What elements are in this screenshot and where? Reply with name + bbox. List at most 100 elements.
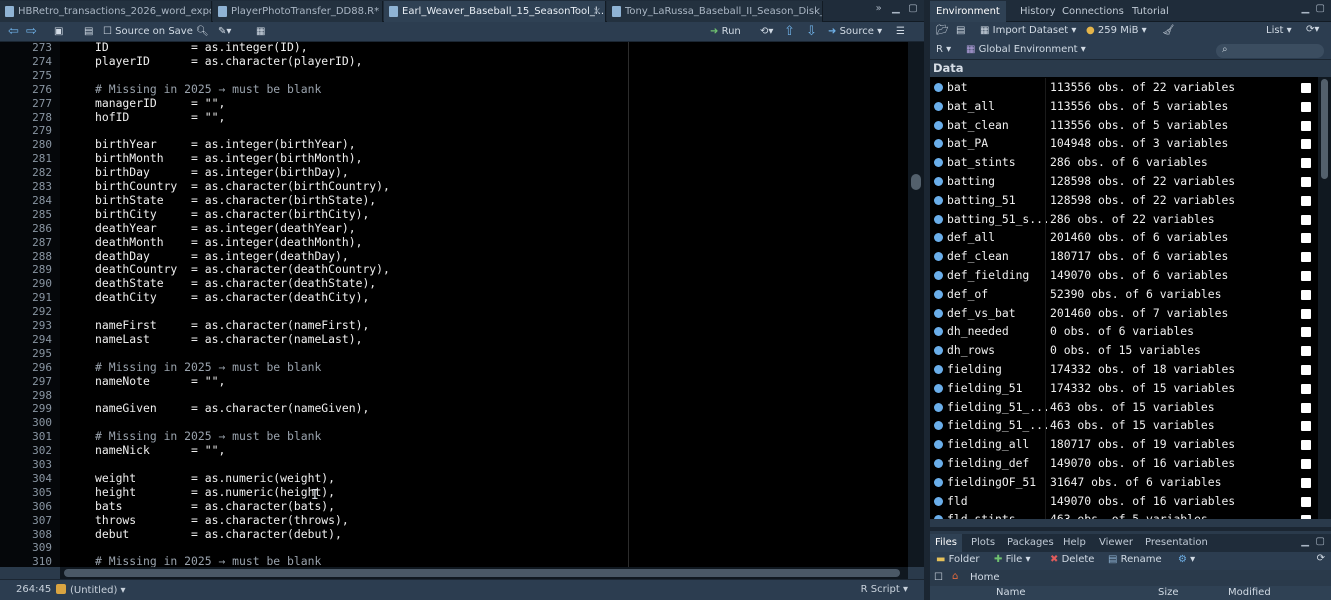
view-data-icon[interactable] xyxy=(1301,289,1311,300)
tab-tutorial[interactable]: Tutorial xyxy=(1126,1,1175,22)
tab-help[interactable]: Help xyxy=(1058,534,1091,552)
back-arrow-icon[interactable]: ⇦ xyxy=(8,24,19,40)
view-data-icon[interactable] xyxy=(1301,346,1311,357)
expand-dataframe-icon[interactable] xyxy=(934,120,943,130)
expand-dataframe-icon[interactable] xyxy=(934,402,943,412)
tab-plots[interactable]: Plots xyxy=(966,534,1000,552)
view-data-icon[interactable] xyxy=(1301,120,1311,131)
tab-files[interactable]: Files xyxy=(930,534,962,552)
expand-dataframe-icon[interactable] xyxy=(934,440,943,450)
view-data-icon[interactable] xyxy=(1301,421,1311,432)
load-workspace-icon[interactable]: 📂︎ xyxy=(936,25,949,36)
minimize-pane-icon[interactable]: ▁ xyxy=(889,3,903,14)
view-data-icon[interactable] xyxy=(1301,515,1311,519)
view-data-icon[interactable] xyxy=(1301,195,1311,206)
delete-button[interactable]: ✖ Delete xyxy=(1050,554,1094,565)
tab-viewer[interactable]: Viewer xyxy=(1094,534,1138,552)
minimize-pane-icon[interactable]: ▁ xyxy=(1301,3,1309,14)
view-data-icon[interactable] xyxy=(1301,365,1311,375)
environment-row[interactable]: bat_stints 286 obs. of 6 variables xyxy=(930,153,1318,172)
minimize-pane-icon[interactable]: ▁ xyxy=(1301,536,1309,547)
new-file-button[interactable]: ✚ File ▾ xyxy=(994,554,1031,565)
environment-row[interactable]: fielding 174332 obs. of 18 variables xyxy=(930,360,1318,379)
select-all-checkbox[interactable]: ☐ xyxy=(934,572,943,583)
expand-dataframe-icon[interactable] xyxy=(934,496,943,506)
go-down-icon[interactable]: ⇩ xyxy=(806,24,817,40)
tab-tony-larussa-baseball[interactable]: Tony_LaRussa_Baseball_II_Season_Disk_... xyxy=(607,1,823,22)
expand-dataframe-icon[interactable] xyxy=(934,346,943,356)
run-button[interactable]: ➜ Run xyxy=(710,24,741,40)
expand-dataframe-icon[interactable] xyxy=(934,195,943,205)
close-tab-icon[interactable]: × xyxy=(593,1,601,22)
save-icon[interactable]: ▤ xyxy=(84,24,93,40)
tab-overflow-icon[interactable]: » xyxy=(872,3,886,14)
find-replace-icon[interactable]: 🔍︎ xyxy=(196,24,209,40)
environment-row[interactable]: batting_51_s... 286 obs. of 22 variables xyxy=(930,209,1318,229)
environment-scroll-thumb[interactable] xyxy=(1321,79,1328,179)
document-outline-icon[interactable]: ☰ xyxy=(896,24,905,40)
environment-row[interactable]: fld_stints463 obs. of 5 variables xyxy=(930,510,1318,519)
refresh-icon[interactable]: ⟳ xyxy=(1317,553,1325,564)
forward-arrow-icon[interactable]: ⇨ xyxy=(26,24,37,40)
code-editor[interactable]: 273 274 275 276 277 278 279 280 281 282 283 284 285 2… xyxy=(0,42,908,567)
expand-dataframe-icon[interactable] xyxy=(934,101,943,111)
environment-row[interactable]: fieldingOF_51 31647 obs. of 6 variables xyxy=(930,472,1318,492)
tab-playerphototransfer[interactable]: PlayerPhotoTransfer_DD88.R* xyxy=(213,1,383,22)
language-selector[interactable]: R ▾ xyxy=(936,44,951,55)
editor-horizontal-scrollbar[interactable] xyxy=(60,567,908,579)
environment-row[interactable]: fielding_51_... 463 obs. of 15 variables xyxy=(930,416,1318,436)
environment-row[interactable]: def_of 52390 obs. of 6 variables xyxy=(930,284,1318,304)
tab-connections[interactable]: Connections xyxy=(1056,1,1130,22)
view-data-icon[interactable] xyxy=(1301,139,1311,150)
view-data-icon[interactable] xyxy=(1301,402,1311,413)
environment-row[interactable]: bat_PA 104948 obs. of 3 variables xyxy=(930,134,1318,154)
view-data-icon[interactable] xyxy=(1301,271,1311,281)
environment-vertical-scrollbar[interactable] xyxy=(1318,77,1331,519)
view-data-icon[interactable] xyxy=(1301,327,1311,338)
environment-row[interactable]: fielding_def 149070 obs. of 16 variables xyxy=(930,454,1318,473)
view-data-icon[interactable] xyxy=(1301,83,1311,93)
view-data-icon[interactable] xyxy=(1301,496,1311,507)
expand-dataframe-icon[interactable] xyxy=(934,158,943,168)
environment-row[interactable]: dh_rows 0 obs. of 15 variables xyxy=(930,341,1318,360)
environment-row[interactable]: batting 128598 obs. of 22 variables xyxy=(930,172,1318,191)
code-tools-icon[interactable]: ✎▾ xyxy=(218,24,231,40)
environment-row[interactable]: def_clean 180717 obs. of 6 variables xyxy=(930,247,1318,266)
tab-packages[interactable]: Packages xyxy=(1002,534,1059,552)
view-data-icon[interactable] xyxy=(1301,177,1311,187)
environment-search-input[interactable]: ⌕ xyxy=(1216,44,1324,58)
view-data-icon[interactable] xyxy=(1301,252,1311,263)
environment-row[interactable]: batting_51 128598 obs. of 22 variables xyxy=(930,190,1318,210)
show-in-window-icon[interactable]: ▣ xyxy=(54,24,63,40)
view-data-icon[interactable] xyxy=(1301,214,1311,225)
maximize-pane-icon[interactable]: ▢ xyxy=(1316,3,1325,14)
expand-dataframe-icon[interactable] xyxy=(934,327,943,337)
refresh-icon[interactable]: ⟳▾ xyxy=(1306,24,1319,35)
expand-dataframe-icon[interactable] xyxy=(934,515,943,519)
source-on-save-checkbox[interactable]: ☐ Source on Save xyxy=(103,24,193,40)
path-home-link[interactable]: Home xyxy=(970,572,1000,583)
view-data-icon[interactable] xyxy=(1301,383,1311,394)
environment-row[interactable]: fld 149070 obs. of 16 variables xyxy=(930,491,1318,511)
environment-row[interactable]: bat_clean 113556 obs. of 5 variables xyxy=(930,115,1318,135)
editor-vertical-scrollbar[interactable] xyxy=(908,42,924,567)
expand-dataframe-icon[interactable] xyxy=(934,383,943,393)
expand-dataframe-icon[interactable] xyxy=(934,459,943,468)
source-button[interactable]: ➜ Source ▾ xyxy=(828,24,882,40)
environment-scope-selector[interactable]: ▦ Global Environment ▾ xyxy=(966,44,1086,55)
expand-dataframe-icon[interactable] xyxy=(934,214,943,224)
save-workspace-icon[interactable]: ▤ xyxy=(956,25,965,36)
more-gear-icon[interactable]: ⚙ ▾ xyxy=(1178,554,1195,565)
expand-dataframe-icon[interactable] xyxy=(934,421,943,431)
environment-row[interactable]: bat 113556 obs. of 22 variables xyxy=(930,78,1318,97)
view-data-icon[interactable] xyxy=(1301,158,1311,169)
tab-presentation[interactable]: Presentation xyxy=(1140,534,1213,552)
environment-row[interactable]: def_vs_bat 201460 obs. of 7 variables xyxy=(930,303,1318,323)
expand-dataframe-icon[interactable] xyxy=(934,233,943,243)
maximize-pane-icon[interactable]: ▢ xyxy=(906,3,920,14)
tab-environment[interactable]: Environment xyxy=(930,1,1006,22)
tab-earl-weaver-baseball[interactable]: Earl_Weaver_Baseball_15_SeasonTool_l... … xyxy=(384,1,606,22)
environment-row[interactable]: bat_all 113556 obs. of 5 variables xyxy=(930,96,1318,116)
environment-row[interactable]: fielding_all 180717 obs. of 19 variables xyxy=(930,435,1318,454)
column-modified[interactable]: Modified xyxy=(1228,587,1271,598)
